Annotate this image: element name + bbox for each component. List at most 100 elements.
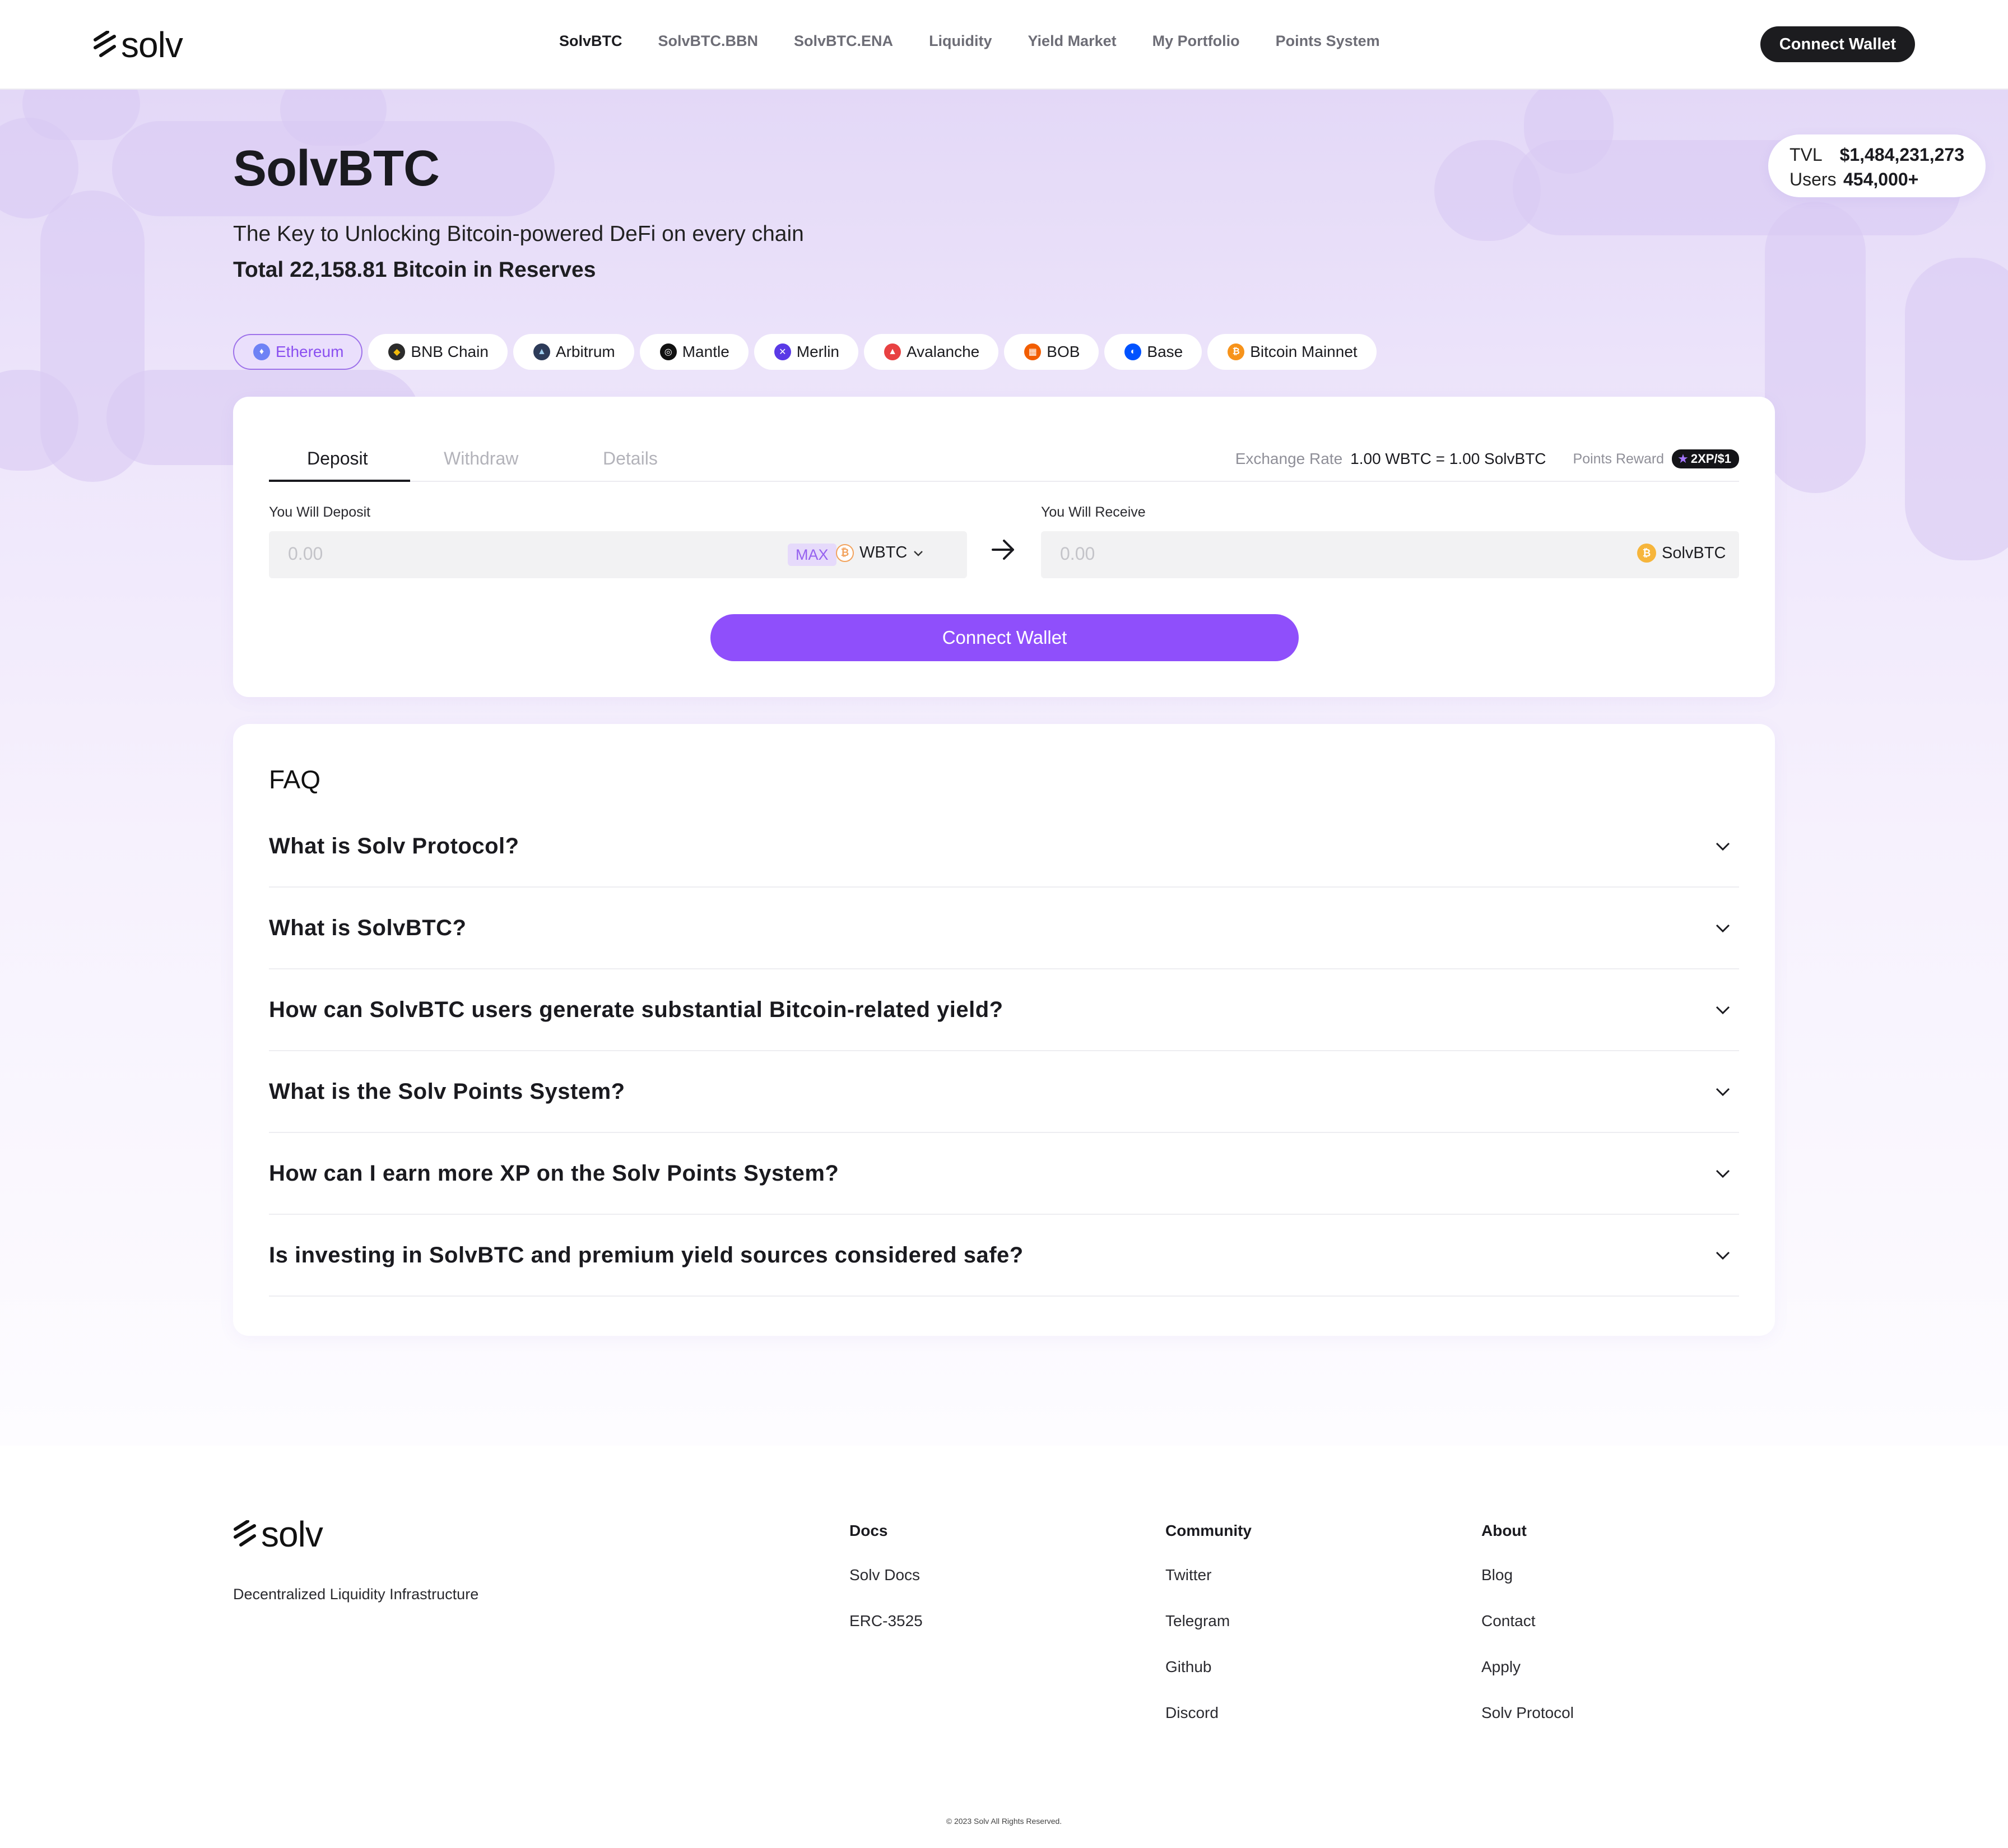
solv-logo[interactable]: solv [93,27,183,63]
chain-selector: ♦ Ethereum ◆ BNB Chain ▲ Arbitrum ◎ Mant… [233,334,1377,370]
nav-solvbtc-ena[interactable]: SolvBTC.ENA [794,32,893,50]
faq-item[interactable]: How can I earn more XP on the Solv Point… [269,1133,1739,1215]
copyright: © 2023 Solv All Rights Reserved. [946,1817,1062,1826]
chain-avalanche[interactable]: ▲ Avalanche [864,334,999,370]
footer-link-discord[interactable]: Discord [1165,1703,1252,1722]
merlin-icon: ✕ [774,343,791,360]
connect-wallet-button[interactable]: Connect Wallet [710,614,1299,661]
exchange-rate-value: 1.00 WBTC = 1.00 SolvBTC [1350,450,1546,467]
nav-points-system[interactable]: Points System [1276,32,1380,50]
footer-column-about: About Blog Contact Apply Solv Protocol [1481,1522,1574,1749]
chain-bob[interactable]: ▦ BOB [1004,334,1099,370]
deposit-token-label: WBTC [859,544,908,561]
chevron-down-icon [1716,842,1730,851]
faq-item[interactable]: What is Solv Protocol? [269,806,1739,888]
solv-logo-icon [94,31,116,57]
deposit-card: Deposit Withdraw Details Exchange Rate 1… [233,397,1775,697]
footer-link-apply[interactable]: Apply [1481,1657,1574,1677]
chevron-down-icon [1716,1006,1730,1015]
faq-item[interactable]: What is SolvBTC? [269,888,1739,969]
avalanche-icon: ▲ [884,343,901,360]
tab-details[interactable]: Details [603,448,658,469]
receive-token: ₿ SolvBTC [1637,544,1726,563]
footer-column-title: Docs [849,1522,888,1539]
hero-subtitle: The Key to Unlocking Bitcoin-powered DeF… [233,222,804,246]
deposit-amount-field[interactable]: 0.00 MAX ₿ WBTC [269,531,967,578]
solv-logo-icon [234,1520,256,1547]
page: solv SolvBTC SolvBTC.BBN SolvBTC.ENA Liq… [0,0,2008,1848]
stats-panel: TVL $1,484,231,273 Users 454,000+ [1768,134,1986,197]
footer-link-contact[interactable]: Contact [1481,1612,1574,1631]
deposit-label: You Will Deposit [269,504,371,520]
chevron-down-icon [914,550,923,556]
star-icon: ★ [1677,452,1689,466]
chevron-down-icon [1716,924,1730,933]
users-value: 454,000+ [1843,169,1919,189]
deposit-tabs: Deposit Withdraw Details Exchange Rate 1… [269,436,1739,482]
tvl-row: TVL $1,484,231,273 [1789,142,1964,167]
deposit-token-select[interactable]: ₿ WBTC [836,544,924,562]
chevron-down-icon [1716,1088,1730,1097]
faq-question: Is investing in SolvBTC and premium yiel… [269,1242,1024,1267]
max-button[interactable]: MAX [788,544,836,566]
faq-item[interactable]: Is investing in SolvBTC and premium yiel… [269,1215,1739,1297]
mantle-icon: ◎ [659,343,677,360]
faq-card: FAQ What is Solv Protocol? What is SolvB… [233,724,1775,1336]
arrow-right-icon [992,540,1014,560]
chain-label: Avalanche [907,343,980,360]
logo-text: solv [121,25,183,65]
faq-item[interactable]: What is the Solv Points System? [269,1051,1739,1133]
faq-question: How can I earn more XP on the Solv Point… [269,1160,839,1186]
points-reward-label: Points Reward [1573,451,1665,467]
chain-label: BOB [1047,343,1080,360]
users-label: Users [1789,169,1837,189]
tab-deposit[interactable]: Deposit [307,448,368,469]
receive-token-label: SolvBTC [1662,544,1726,562]
reserves-total: Total 22,158.81 Bitcoin in Reserves [233,258,596,282]
footer-link-erc-3525[interactable]: ERC-3525 [849,1612,923,1631]
chain-mantle[interactable]: ◎ Mantle [639,334,749,370]
chain-bnb[interactable]: ◆ BNB Chain [368,334,508,370]
footer-link-github[interactable]: Github [1165,1657,1252,1677]
receive-amount-value: 0.00 [1060,544,1095,564]
wbtc-icon: ₿ [836,544,854,562]
users-row: Users 454,000+ [1789,167,1964,192]
chain-arbitrum[interactable]: ▲ Arbitrum [513,334,634,370]
nav-my-portfolio[interactable]: My Portfolio [1152,32,1240,50]
nav-liquidity[interactable]: Liquidity [929,32,992,50]
arbitrum-icon: ▲ [533,343,550,360]
footer-link-solv-docs[interactable]: Solv Docs [849,1566,923,1585]
deposit-amount-input[interactable]: 0.00 [288,544,323,564]
faq-question: What is SolvBTC? [269,915,467,940]
footer-logo-text: solv [261,1514,323,1554]
tab-withdraw[interactable]: Withdraw [444,448,518,469]
points-reward-badge: ★ 2XP/$1 [1672,449,1739,468]
footer-link-telegram[interactable]: Telegram [1165,1612,1252,1631]
main-nav: SolvBTC SolvBTC.BBN SolvBTC.ENA Liquidit… [559,32,1380,50]
chain-label: Bitcoin Mainnet [1250,343,1358,360]
page-title: SolvBTC [233,141,440,197]
chain-bitcoin-mainnet[interactable]: ₿ Bitcoin Mainnet [1207,334,1377,370]
chain-label: Merlin [796,343,839,360]
header-connect-wallet-button[interactable]: Connect Wallet [1760,26,1915,62]
faq-question: What is Solv Protocol? [269,833,519,858]
chain-label: Mantle [682,343,729,360]
bnb-icon: ◆ [388,343,406,360]
footer-link-solv-protocol[interactable]: Solv Protocol [1481,1703,1574,1722]
nav-yield-market[interactable]: Yield Market [1028,32,1117,50]
footer-solv-logo[interactable]: solv [233,1516,323,1552]
points-reward-value: 2XP/$1 [1690,452,1731,466]
chain-base[interactable]: ◐ Base [1104,334,1202,370]
footer-column-community: Community Twitter Telegram Github Discor… [1165,1522,1252,1749]
top-header: solv SolvBTC SolvBTC.BBN SolvBTC.ENA Liq… [0,0,2008,90]
nav-solvbtc[interactable]: SolvBTC [559,32,622,50]
faq-item[interactable]: How can SolvBTC users generate substanti… [269,969,1739,1051]
chain-label: Ethereum [276,343,344,360]
footer-link-twitter[interactable]: Twitter [1165,1566,1252,1585]
chain-merlin[interactable]: ✕ Merlin [754,334,858,370]
exchange-rate-label: Exchange Rate [1235,450,1343,467]
nav-solvbtc-bbn[interactable]: SolvBTC.BBN [658,32,759,50]
chevron-down-icon [1716,1251,1730,1260]
footer-link-blog[interactable]: Blog [1481,1566,1574,1585]
chain-ethereum[interactable]: ♦ Ethereum [233,334,363,370]
